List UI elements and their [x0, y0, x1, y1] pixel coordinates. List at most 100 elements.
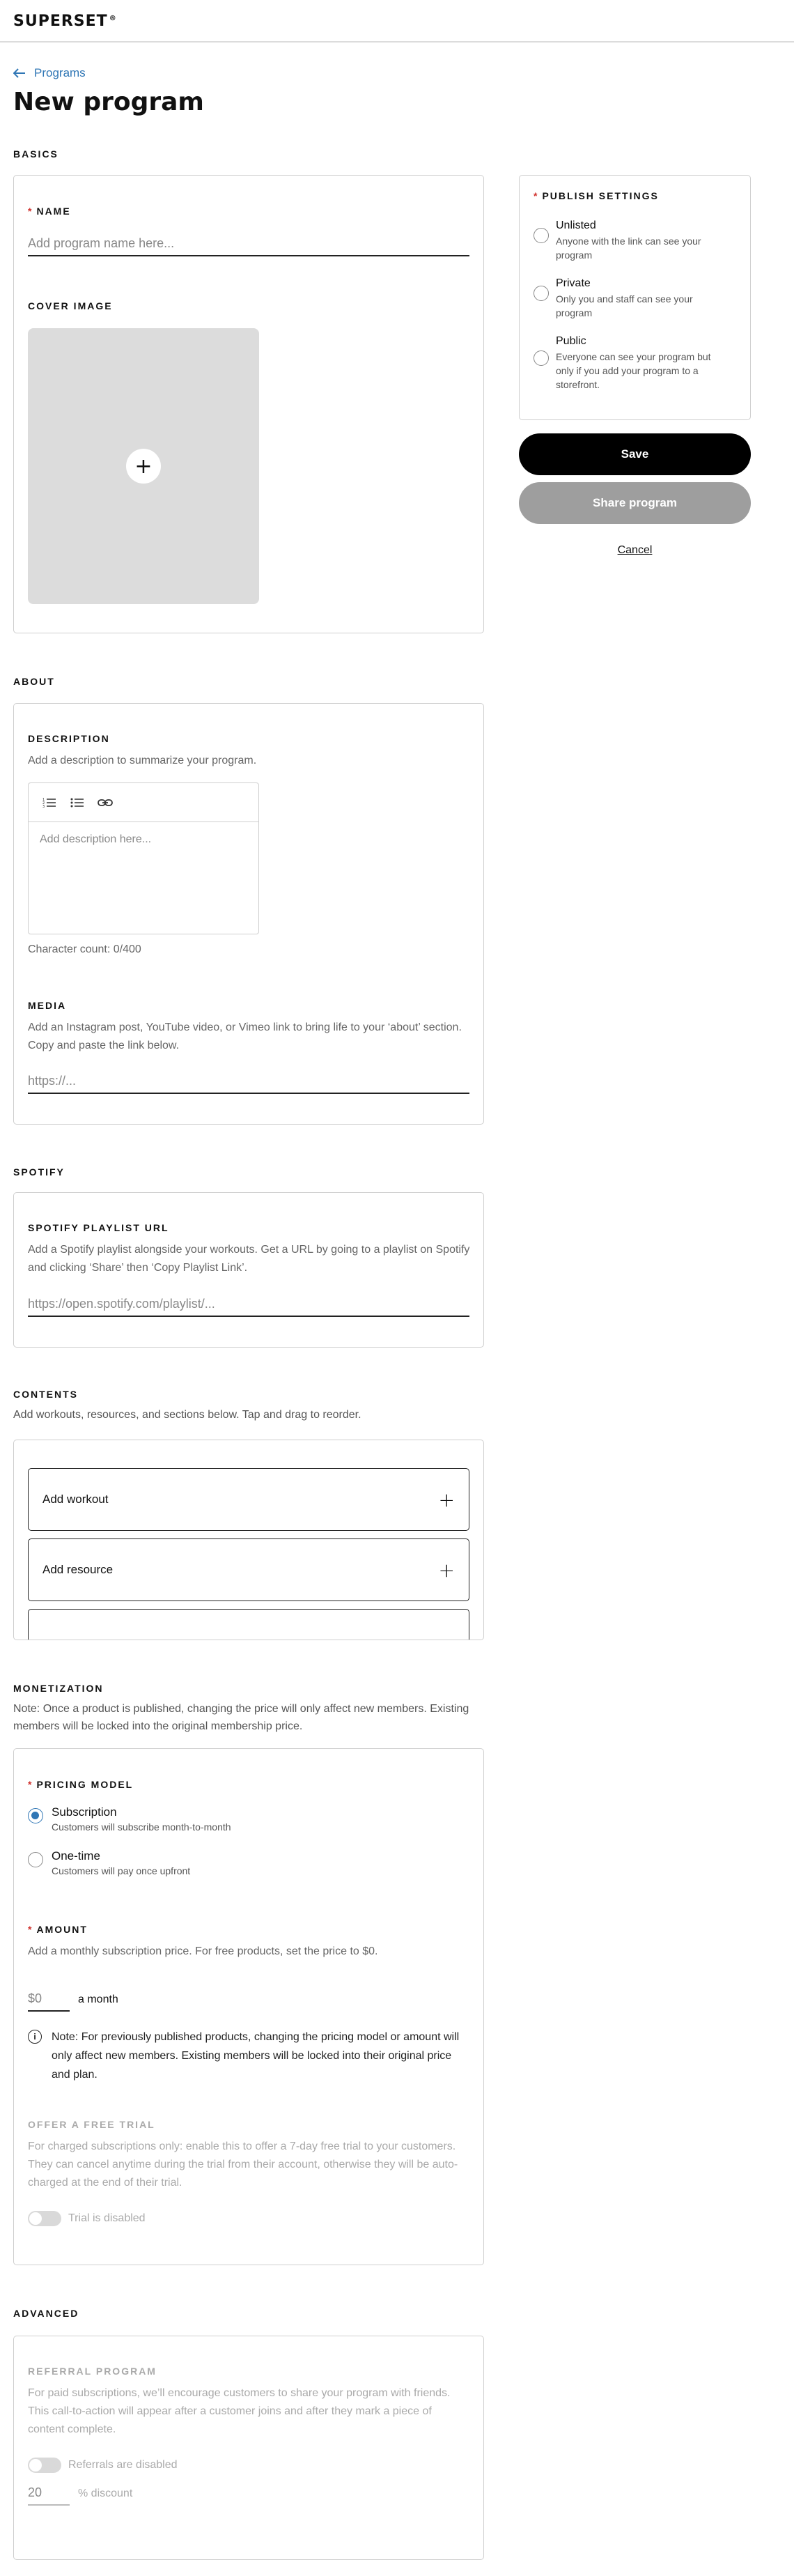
about-section-title: ABOUT [13, 676, 55, 687]
advanced-card: REFERRAL PROGRAM For paid subscriptions,… [13, 2336, 484, 2560]
option-title: Unlisted [556, 219, 596, 231]
option-title: Public [556, 335, 586, 347]
radio-unchecked-icon[interactable] [534, 286, 549, 301]
option-title: Private [556, 277, 591, 289]
pricing-model-label-text: PRICING MODEL [36, 1779, 134, 1790]
logo-mark: ® [109, 14, 117, 22]
bulleted-list-icon[interactable] [68, 793, 87, 812]
contents-section-title: CONTENTS [13, 1389, 78, 1400]
share-program-button[interactable]: Share program [519, 482, 751, 524]
link-icon[interactable] [95, 793, 115, 812]
amount-help: Add a monthly subscription price. For fr… [28, 1945, 378, 1957]
free-trial-toggle-row[interactable]: Trial is disabled [28, 2211, 146, 2226]
about-card: DESCRIPTION Add a description to summari… [13, 703, 484, 1125]
media-help: Add an Instagram post, YouTube video, or… [28, 1021, 462, 1051]
free-trial-toggle-label: Trial is disabled [68, 2212, 146, 2224]
amount-unit: a month [78, 1993, 118, 2005]
referral-toggle-label: Referrals are disabled [68, 2459, 178, 2471]
amount-input[interactable] [28, 1987, 70, 2012]
back-label: Programs [34, 66, 86, 79]
description-textarea[interactable]: Add description here... [29, 822, 258, 934]
cancel-link[interactable]: Cancel [519, 544, 751, 557]
discount-input[interactable] [28, 2481, 70, 2506]
description-editor: 123 Add description here... [28, 782, 259, 934]
free-trial-toggle[interactable] [28, 2211, 61, 2226]
cover-image-upload[interactable]: + [28, 328, 259, 604]
media-url-input[interactable] [28, 1069, 469, 1094]
required-marker: * [534, 190, 539, 201]
discount-field: % discount [28, 2481, 132, 2506]
referral-program-help: For paid subscriptions, we’ll encourage … [28, 2387, 451, 2435]
option-title: Subscription [52, 1805, 117, 1819]
superset-logo[interactable]: SUPERSET ® [13, 13, 117, 30]
monetization-card: * PRICING MODEL Subscription Customers wi… [13, 1748, 484, 2265]
spotify-help: Add a Spotify playlist alongside your wo… [28, 1244, 470, 1274]
cover-image-label: COVER IMAGE [28, 300, 113, 311]
referral-toggle[interactable] [28, 2458, 61, 2473]
character-count: Character count: 0/400 [28, 943, 141, 955]
pricing-option-subscription[interactable]: Subscription Customers will subscribe mo… [28, 1805, 231, 1833]
pricing-option-one-time[interactable]: One-time Customers will pay once upfront [28, 1849, 190, 1876]
editor-toolbar: 123 [29, 783, 258, 822]
radio-checked-icon[interactable] [28, 1808, 43, 1823]
description-help: Add a description to summarize your prog… [28, 755, 257, 766]
option-subtitle: Customers will pay once upfront [52, 1865, 191, 1876]
option-title: One-time [52, 1849, 100, 1862]
free-trial-label: OFFER A FREE TRIAL [28, 2119, 155, 2130]
option-subtitle: Everyone can see your program but only i… [556, 351, 711, 390]
contents-card: Add workout + Add resource + [13, 1440, 484, 1640]
publish-settings-card: * PUBLISH SETTINGS Unlisted Anyone with t… [519, 175, 751, 420]
publish-settings-title-text: PUBLISH SETTINGS [542, 190, 659, 201]
spotify-card: SPOTIFY PLAYLIST URL Add a Spotify playl… [13, 1192, 484, 1348]
publish-option-unlisted[interactable]: Unlisted Anyone with the link can see yo… [534, 219, 729, 262]
spotify-url-input[interactable] [28, 1292, 469, 1317]
add-workout-button[interactable]: Add workout + [28, 1468, 469, 1531]
referral-toggle-row[interactable]: Referrals are disabled [28, 2458, 178, 2473]
required-marker: * [28, 1779, 33, 1790]
top-bar: SUPERSET ® [0, 0, 794, 43]
plus-icon: + [438, 1488, 455, 1511]
publish-option-public[interactable]: Public Everyone can see your program but… [534, 335, 729, 392]
logo-text: SUPERSET [13, 13, 108, 30]
numbered-list-icon[interactable]: 123 [40, 793, 59, 812]
publish-option-private[interactable]: Private Only you and staff can see your … [534, 277, 729, 320]
pricing-info-note: i Note: For previously published product… [28, 2028, 471, 2084]
spotify-url-label: SPOTIFY PLAYLIST URL [28, 1222, 169, 1233]
add-resource-button[interactable]: Add resource + [28, 1538, 469, 1601]
contents-note: Add workouts, resources, and sections be… [13, 1409, 361, 1421]
radio-unchecked-icon[interactable] [534, 228, 549, 243]
option-subtitle: Customers will subscribe month-to-month [52, 1821, 231, 1833]
basics-card: *NAME COVER IMAGE + [13, 175, 484, 633]
discount-unit: % discount [78, 2488, 133, 2499]
pricing-model-label: * PRICING MODEL [28, 1779, 133, 1790]
add-section-button[interactable] [28, 1609, 469, 1640]
name-label: * NAME [28, 206, 71, 217]
radio-unchecked-icon[interactable] [534, 350, 549, 366]
monetization-section-title: MONETIZATION [13, 1683, 104, 1694]
plus-icon: + [126, 449, 161, 484]
media-label: MEDIA [28, 1000, 67, 1011]
svg-text:3: 3 [42, 805, 45, 808]
arrow-left-icon [13, 68, 25, 78]
required-marker: * [28, 206, 33, 217]
page-title: New program [13, 88, 204, 116]
amount-label: * AMOUNT [28, 1924, 88, 1935]
amount-label-text: AMOUNT [36, 1924, 88, 1935]
add-workout-label: Add workout [42, 1493, 109, 1506]
save-button[interactable]: Save [519, 433, 751, 475]
program-name-input[interactable] [28, 231, 469, 256]
free-trial-help: For charged subscriptions only: enable t… [28, 2141, 458, 2189]
referral-program-label: REFERRAL PROGRAM [28, 2366, 157, 2377]
option-subtitle: Anyone with the link can see your progra… [556, 236, 701, 261]
basics-section-title: BASICS [13, 148, 59, 160]
info-icon: i [28, 2030, 42, 2044]
amount-field: a month [28, 1987, 118, 2012]
radio-unchecked-icon[interactable] [28, 1852, 43, 1867]
advanced-section-title: ADVANCED [13, 2308, 79, 2319]
description-label: DESCRIPTION [28, 733, 110, 744]
plus-icon: + [438, 1558, 455, 1582]
spotify-section-title: SPOTIFY [13, 1166, 65, 1178]
back-to-programs-link[interactable]: Programs [13, 66, 86, 80]
add-resource-label: Add resource [42, 1563, 114, 1576]
monetization-note: Note: Once a product is published, chang… [13, 1703, 469, 1732]
